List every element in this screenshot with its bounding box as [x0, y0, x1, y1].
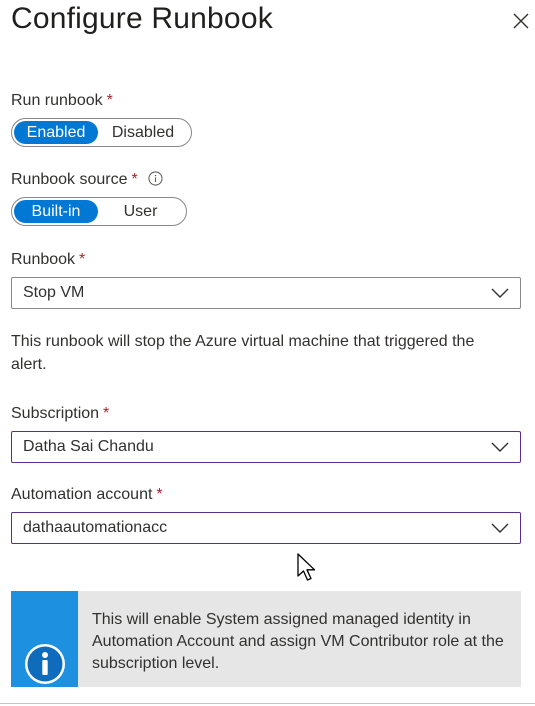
close-icon[interactable] — [510, 10, 532, 32]
runbook-source-label: Runbook source * — [11, 171, 163, 189]
required-mark: * — [106, 92, 113, 109]
runbook-dropdown-value: Stop VM — [23, 284, 85, 301]
run-runbook-toggle[interactable]: Enabled Disabled — [11, 118, 192, 147]
automation-account-label: Automation account * — [11, 486, 163, 504]
chevron-down-icon — [491, 288, 509, 298]
panel-title: Configure Runbook — [11, 2, 273, 35]
chevron-down-icon — [491, 523, 509, 533]
required-mark: * — [103, 405, 110, 422]
run-runbook-option-enabled[interactable]: Enabled — [14, 121, 98, 144]
info-banner-strip — [11, 591, 78, 687]
subscription-label: Subscription * — [11, 405, 109, 423]
run-runbook-label: Run runbook * — [11, 92, 113, 110]
runbook-description: This runbook will stop the Azure virtual… — [11, 333, 475, 373]
subscription-dropdown[interactable]: Datha Sai Chandu — [11, 431, 521, 463]
subscription-dropdown-value: Datha Sai Chandu — [23, 438, 154, 455]
info-banner: This will enable System assigned managed… — [11, 591, 521, 687]
runbook-label: Runbook * — [11, 251, 85, 269]
runbook-source-option-user[interactable]: User — [98, 200, 183, 223]
automation-account-dropdown-value: dathaautomationacc — [23, 519, 168, 536]
required-mark: * — [79, 251, 86, 268]
runbook-label-text: Runbook — [11, 251, 76, 268]
runbook-source-label-text: Runbook source — [11, 171, 128, 188]
required-mark: * — [156, 486, 163, 503]
runbook-source-toggle[interactable]: Built-in User — [11, 197, 187, 226]
required-mark: * — [131, 171, 138, 188]
subscription-label-text: Subscription — [11, 405, 100, 422]
info-icon — [25, 644, 65, 684]
automation-account-dropdown[interactable]: dathaautomationacc — [11, 512, 521, 544]
divider — [0, 703, 535, 704]
run-runbook-option-disabled[interactable]: Disabled — [98, 121, 188, 144]
info-banner-text: This will enable System assigned managed… — [92, 611, 504, 672]
mouse-cursor-icon — [297, 553, 316, 581]
runbook-dropdown[interactable]: Stop VM — [11, 277, 521, 309]
automation-account-label-text: Automation account — [11, 486, 153, 503]
runbook-source-option-builtin[interactable]: Built-in — [14, 200, 98, 223]
info-icon[interactable] — [148, 171, 163, 186]
run-runbook-label-text: Run runbook — [11, 92, 103, 109]
chevron-down-icon — [491, 442, 509, 452]
